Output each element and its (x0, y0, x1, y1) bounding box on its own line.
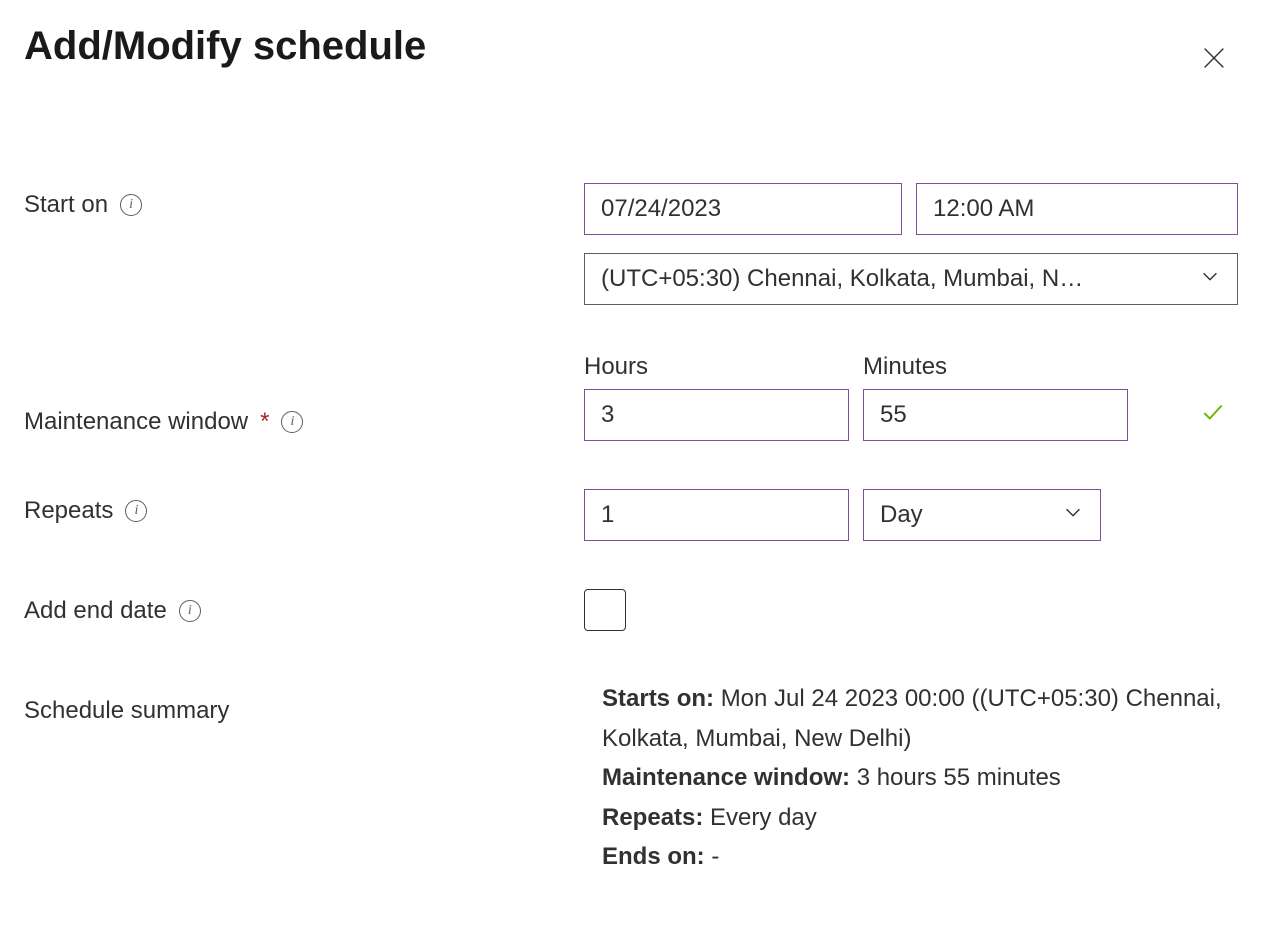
repeat-unit-select[interactable]: Day (863, 489, 1101, 541)
chevron-down-icon (1062, 501, 1084, 530)
required-asterisk: * (260, 408, 269, 436)
chevron-down-icon (1199, 265, 1221, 294)
minutes-field[interactable] (880, 401, 1190, 429)
summary-maintenance-window-label: Maintenance window: (602, 764, 850, 791)
timezone-select[interactable]: (UTC+05:30) Chennai, Kolkata, Mumbai, N… (584, 253, 1238, 305)
info-icon[interactable]: i (281, 411, 303, 433)
add-end-date-label: Add end date (24, 597, 167, 625)
schedule-summary-text: Starts on: Mon Jul 24 2023 00:00 ((UTC+0… (584, 679, 1238, 877)
summary-ends-on-label: Ends on: (602, 843, 705, 870)
start-time-field[interactable] (933, 195, 1243, 223)
close-button[interactable] (1192, 36, 1236, 83)
summary-ends-on-value: - (711, 843, 719, 870)
hours-label: Hours (584, 353, 849, 381)
start-date-input[interactable] (584, 183, 902, 235)
schedule-summary-label: Schedule summary (24, 697, 229, 725)
summary-repeats-label: Repeats: (602, 804, 703, 831)
summary-maintenance-window-value: 3 hours 55 minutes (857, 764, 1061, 791)
page-title: Add/Modify schedule (24, 24, 426, 69)
check-icon (1200, 399, 1226, 432)
start-date-field[interactable] (601, 195, 911, 223)
repeats-label: Repeats (24, 497, 113, 525)
start-time-input[interactable] (916, 183, 1238, 235)
maintenance-window-label: Maintenance window (24, 408, 248, 436)
start-on-label: Start on (24, 191, 108, 219)
timezone-value: (UTC+05:30) Chennai, Kolkata, Mumbai, N… (601, 265, 1189, 293)
info-icon[interactable]: i (120, 194, 142, 216)
close-icon (1200, 60, 1228, 75)
summary-repeats-value: Every day (710, 804, 817, 831)
add-end-date-checkbox[interactable] (584, 589, 626, 631)
summary-starts-on-label: Starts on: (602, 685, 714, 712)
hours-input[interactable] (584, 389, 849, 441)
repeat-unit-value: Day (880, 501, 923, 529)
info-icon[interactable]: i (179, 600, 201, 622)
minutes-label: Minutes (863, 353, 1128, 381)
info-icon[interactable]: i (125, 500, 147, 522)
repeat-count-input[interactable] (584, 489, 849, 541)
minutes-input[interactable] (863, 389, 1128, 441)
